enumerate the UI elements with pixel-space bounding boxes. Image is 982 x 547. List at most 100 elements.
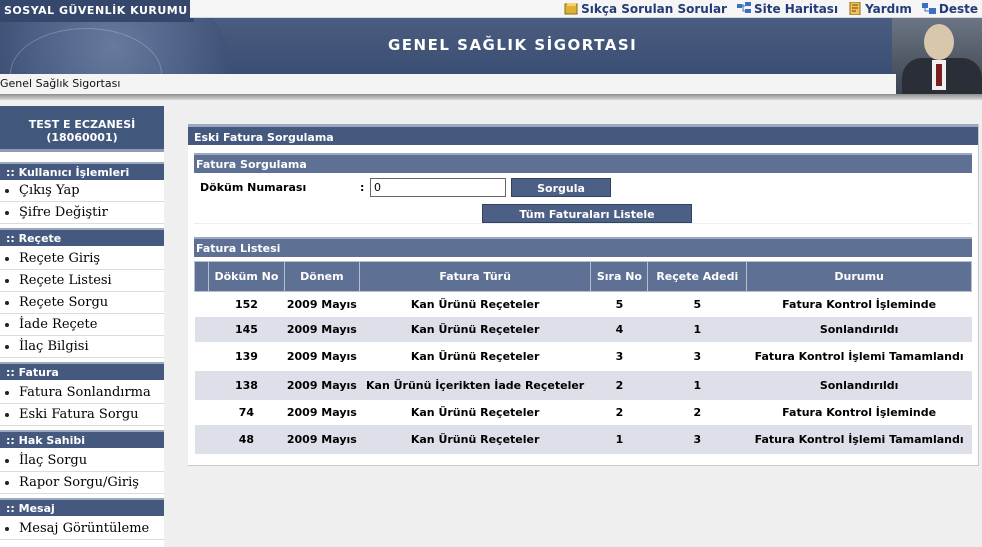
sidebar-section-prescription: :: Reçete [0,228,164,246]
cell-prescription-count: 2 [647,400,747,425]
cell-status: Fatura Kontrol İşleminde [746,400,972,425]
column-header-status[interactable]: Durumu [746,261,972,292]
cell-invoice-type: Kan Ürünü İçerikten İade Reçeteler [359,371,591,400]
table-row[interactable]: 152 2009 Mayıs Kan Ürünü Reçeteler 5 5 F… [194,291,972,317]
cell-period: 2009 Mayıs [284,371,360,400]
sidebar-item-prescription-list[interactable]: Reçete Listesi [0,270,164,292]
sidebar-item-prescription-query[interactable]: Reçete Sorgu [0,292,164,314]
cell-seq-no: 3 [590,342,648,371]
sidebar-item-drug-info[interactable]: İlaç Bilgisi [0,336,164,358]
table-row[interactable]: 138 2009 Mayıs Kan Ürünü İçerikten İade … [194,371,972,400]
cell-prescription-count: 5 [647,291,747,317]
query-button[interactable]: Sorgula [511,178,611,197]
cell-period: 2009 Mayıs [284,400,360,425]
table-header-row: Döküm No Dönem Fatura Türü Sıra No Reçet… [194,261,972,292]
sitemap-link[interactable]: Site Haritası [736,2,838,16]
cell-seq-no: 5 [590,291,648,317]
sidebar-item-return-prescription[interactable]: İade Reçete [0,314,164,336]
column-spacer [194,261,209,292]
sidebar-item-drug-query[interactable]: İlaç Sorgu [0,450,164,472]
sitemap-icon [736,2,751,13]
header-divider [0,94,982,100]
table-row[interactable]: 74 2009 Mayıs Kan Ürünü Reçeteler 2 2 Fa… [194,400,972,425]
sidebar-item-change-password[interactable]: Şifre Değiştir [0,202,164,224]
faq-link[interactable]: Sıkça Sorulan Sorular [564,2,727,16]
user-name: TEST E ECZANESİ [28,118,136,131]
user-info: TEST E ECZANESİ (18060001) [0,106,164,152]
cell-period: 2009 Mayıs [284,425,360,454]
cell-status: Fatura Kontrol İşleminde [746,291,972,317]
list-all-invoices-button[interactable]: Tüm Faturaları Listele [482,204,692,223]
breadcrumb-text: Genel Sağlık Sigortası [0,77,121,90]
column-header-period[interactable]: Dönem [283,261,360,292]
cell-doc-no: 138 [208,371,285,400]
cell-period: 2009 Mayıs [284,317,360,342]
banner-title: GENEL SAĞLIK SİGORTASI [388,36,638,54]
help-link[interactable]: Yardım [848,2,912,16]
support-icon [921,3,936,14]
cell-invoice-type: Kan Ürünü Reçeteler [359,291,591,317]
column-header-invoice-type[interactable]: Fatura Türü [358,261,592,292]
sidebar: TEST E ECZANESİ (18060001) :: Kullanıcı … [0,106,164,547]
sidebar-section-invoice: :: Fatura [0,362,164,380]
doc-number-colon: : [360,181,365,194]
cell-invoice-type: Kan Ürünü Reçeteler [359,317,591,342]
cell-seq-no: 1 [590,425,648,454]
faq-link-label: Sıkça Sorulan Sorular [581,1,727,16]
sidebar-section-user: :: Kullanıcı İşlemleri [0,162,164,180]
table-row[interactable]: 48 2009 Mayıs Kan Ürünü Reçeteler 1 3 Fa… [194,425,972,454]
cell-prescription-count: 3 [647,425,747,454]
cell-doc-no: 74 [208,400,285,425]
cell-prescription-count: 1 [647,371,747,400]
cell-status: Fatura Kontrol İşlemi Tamamlandı [746,425,972,454]
cell-period: 2009 Mayıs [284,291,360,317]
doc-number-label: Döküm Numarası [200,181,307,194]
cell-doc-no: 145 [208,317,285,342]
cell-seq-no: 4 [590,317,648,342]
doc-number-input[interactable] [370,178,506,197]
cell-seq-no: 2 [590,371,648,400]
main-panel: Eski Fatura Sorgulama Fatura Sorgulama D… [188,124,979,466]
portrait-image [892,18,982,94]
help-icon [849,2,861,15]
banner: GENEL SAĞLIK SİGORTASI [0,0,982,94]
cell-seq-no: 2 [590,400,648,425]
column-header-prescription-count[interactable]: Reçete Adedi [647,261,748,292]
cell-prescription-count: 1 [647,317,747,342]
sidebar-item-report-query[interactable]: Rapor Sorgu/Giriş [0,472,164,494]
row-spacer [194,400,209,425]
sidebar-item-invoice-finalize[interactable]: Fatura Sonlandırma [0,382,164,404]
invoice-table: Döküm No Dönem Fatura Türü Sıra No Reçet… [194,261,972,454]
cell-doc-no: 139 [208,342,285,371]
user-code: (18060001) [46,131,118,144]
query-form: Döküm Numarası : Sorgula Tüm Faturaları … [194,173,972,224]
cell-doc-no: 152 [208,291,285,317]
row-spacer [194,342,209,371]
table-row[interactable]: 139 2009 Mayıs Kan Ürünü Reçeteler 3 3 F… [194,342,972,371]
row-spacer [194,291,209,317]
cell-status: Fatura Kontrol İşlemi Tamamlandı [746,342,972,371]
cell-period: 2009 Mayıs [284,342,360,371]
org-name: SOSYAL GÜVENLİK KURUMU [0,0,194,22]
column-header-doc-no[interactable]: Döküm No [207,261,285,292]
row-spacer [194,371,209,400]
cell-doc-no: 48 [208,425,285,454]
cell-invoice-type: Kan Ürünü Reçeteler [359,342,591,371]
sidebar-section-beneficiary: :: Hak Sahibi [0,430,164,448]
invoice-list-header: Fatura Listesi [194,237,972,257]
site-header: GENEL SAĞLIK SİGORTASI SOSYAL GÜVENLİK K… [0,0,982,94]
row-spacer [194,425,209,454]
breadcrumb: Genel Sağlık Sigortası [0,74,896,94]
sidebar-item-old-invoice-query[interactable]: Eski Fatura Sorgu [0,404,164,426]
query-section-header: Fatura Sorgulama [194,153,972,173]
row-spacer [194,317,209,342]
book-icon [564,3,578,15]
page-title: Eski Fatura Sorgulama [188,124,978,145]
column-header-seq-no[interactable]: Sıra No [590,261,649,292]
table-row[interactable]: 145 2009 Mayıs Kan Ürünü Reçeteler 4 1 S… [194,317,972,342]
sidebar-item-view-messages[interactable]: Mesaj Görüntüleme [0,518,164,540]
support-link[interactable]: Deste [921,2,978,16]
sidebar-item-logout[interactable]: Çıkış Yap [0,180,164,202]
sidebar-item-prescription-entry[interactable]: Reçete Giriş [0,248,164,270]
cell-prescription-count: 3 [647,342,747,371]
